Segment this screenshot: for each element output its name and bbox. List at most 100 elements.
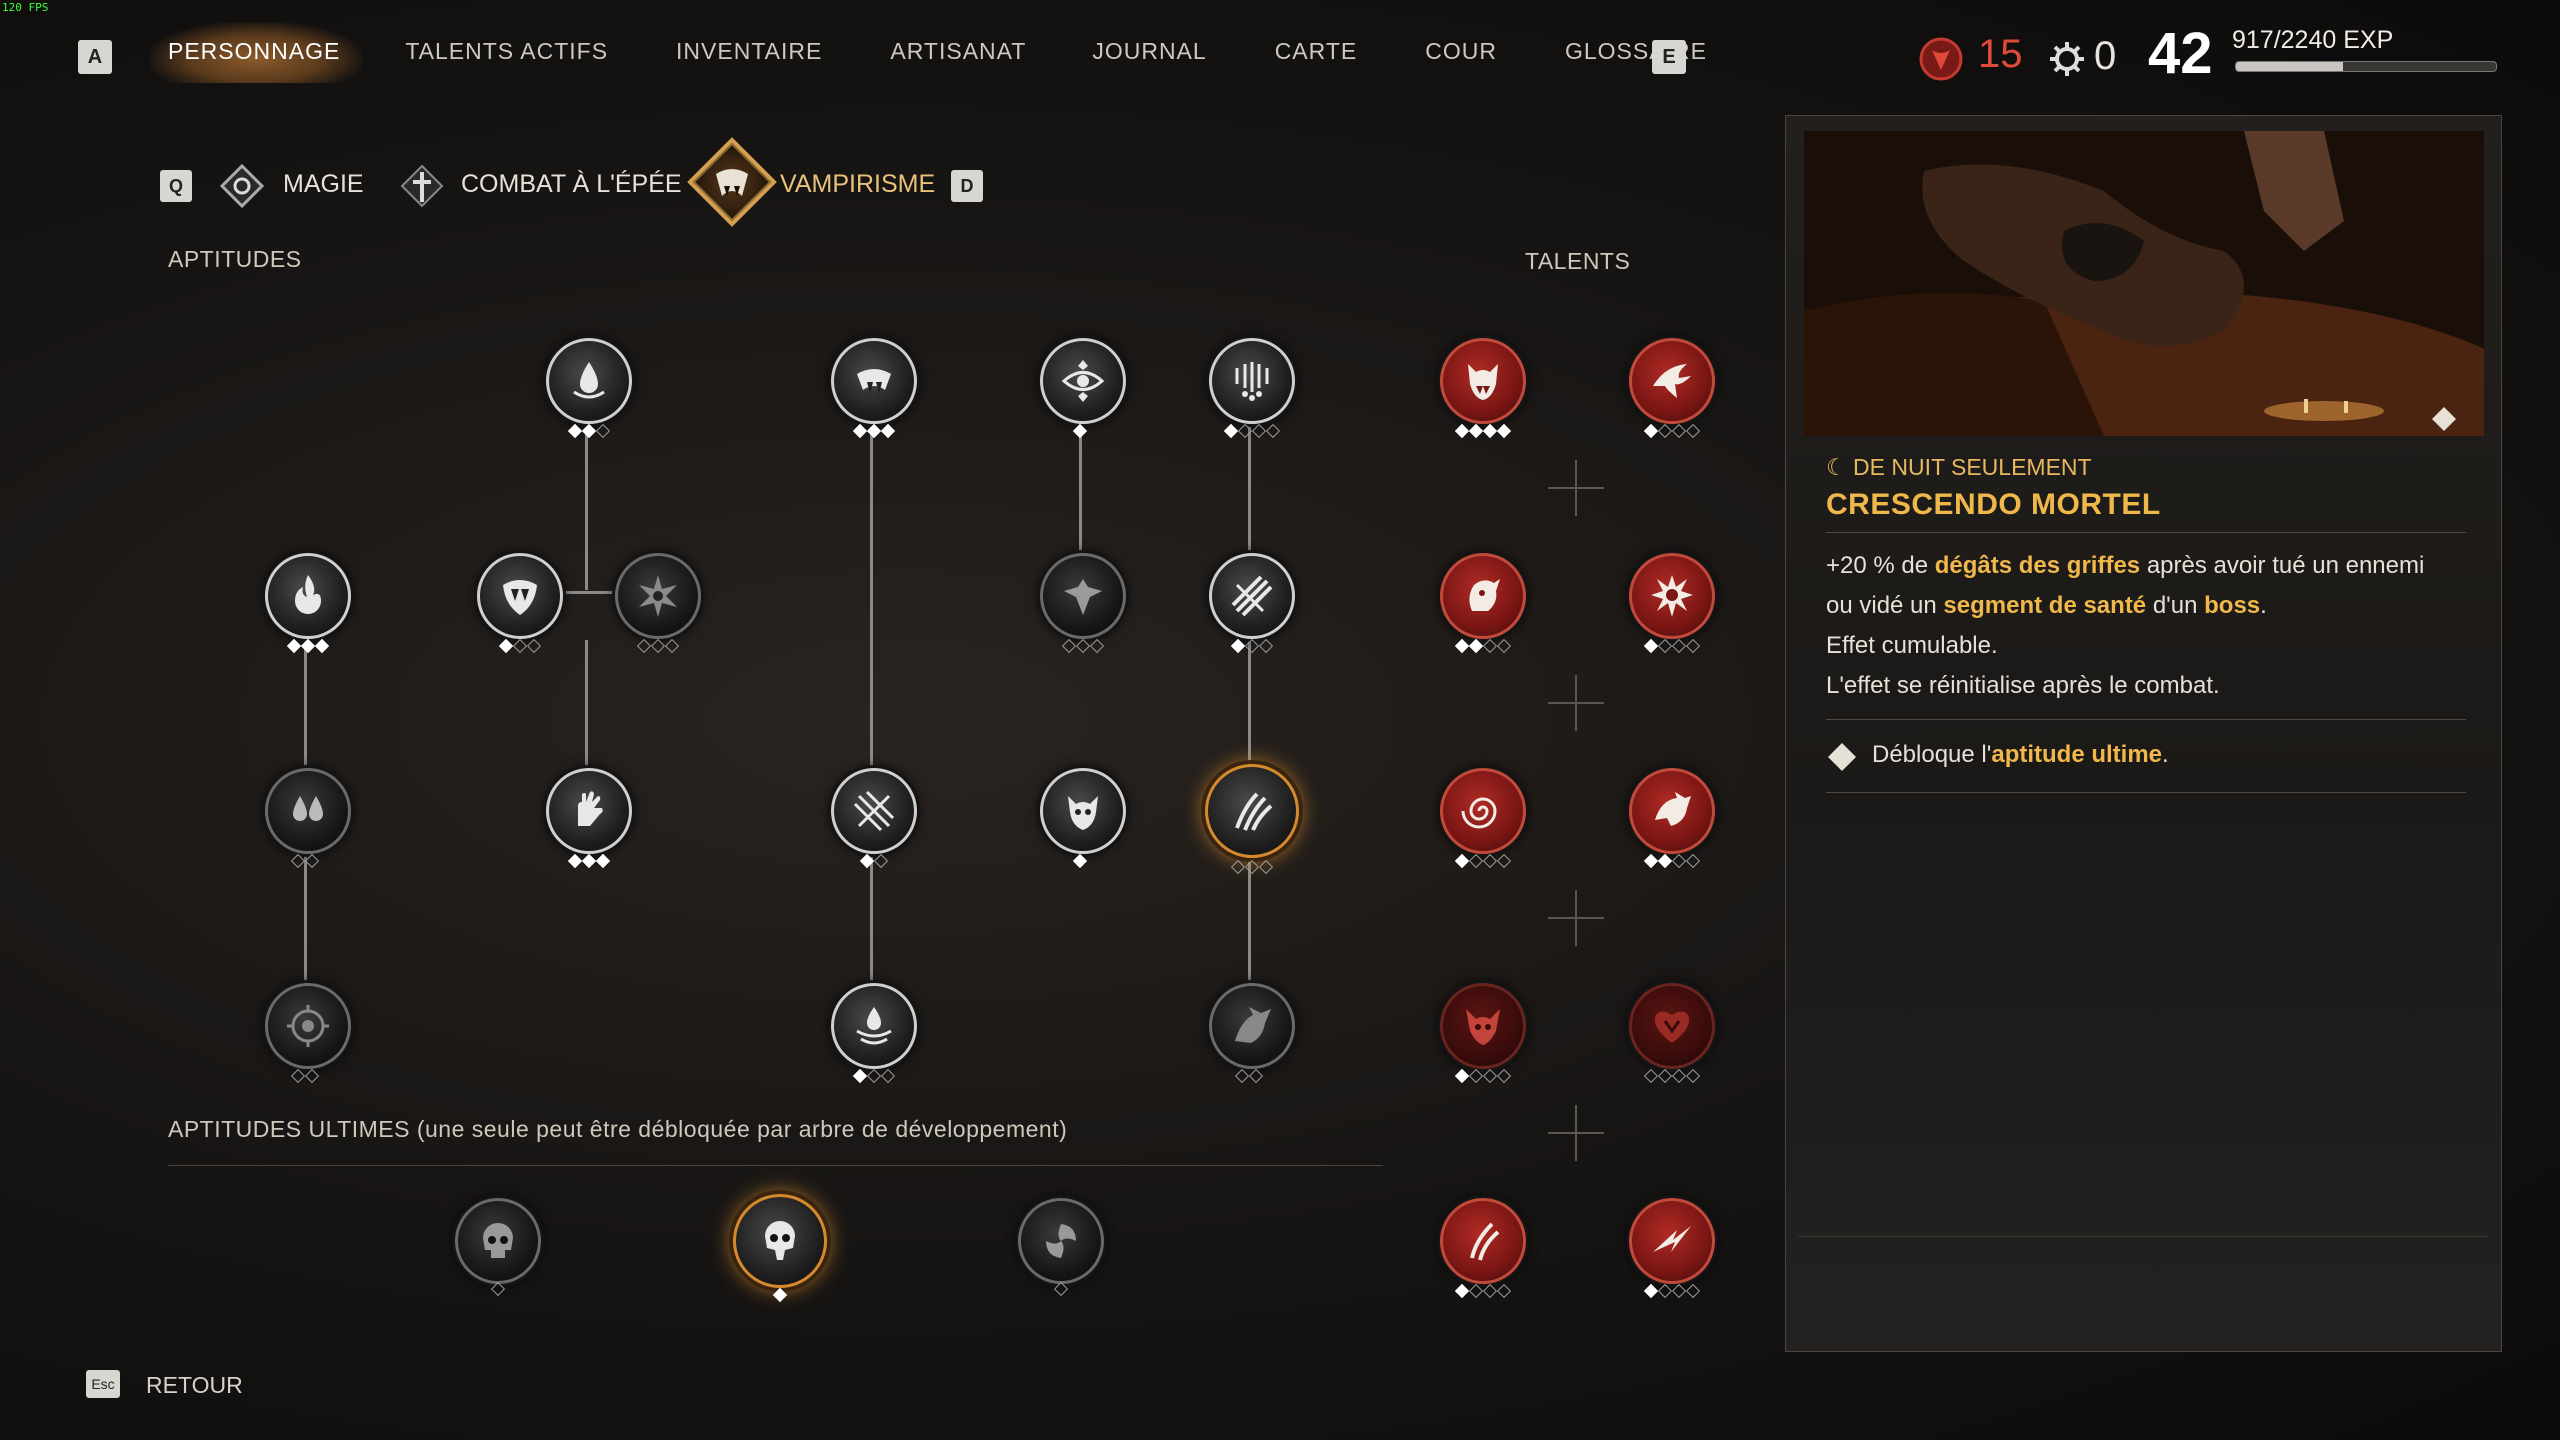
ability-description: +20 % de dégâts des griffes après avoir … xyxy=(1826,552,2425,699)
beast-head-icon xyxy=(1068,796,1098,830)
tree-tab-combat[interactable]: COMBAT À L'ÉPÉE xyxy=(461,170,682,199)
vampire-maw-icon xyxy=(503,580,537,615)
tree-tab-magie[interactable]: MAGIE xyxy=(283,170,364,199)
rank-pips xyxy=(1040,423,1120,439)
aptitude-crescendo-mortel[interactable] xyxy=(1205,764,1299,858)
talent-points-icon xyxy=(1918,36,1964,87)
ultimate-howling-skull[interactable] xyxy=(733,1194,827,1288)
talent-blood-burst[interactable] xyxy=(1629,553,1715,639)
rank-pips xyxy=(831,423,917,439)
tab-personnage[interactable]: PERSONNAGE xyxy=(149,22,363,83)
aptitude-twin-drops[interactable] xyxy=(265,768,351,854)
panel-footer-divider xyxy=(1798,1236,2488,1237)
unlock-diamond-icon xyxy=(1826,741,1858,778)
rank-pips xyxy=(1040,638,1126,654)
fangs-icon xyxy=(857,369,891,394)
back-button[interactable]: RETOUR xyxy=(146,1372,243,1399)
talent-separator xyxy=(1548,1105,1604,1161)
twin-drops-icon xyxy=(293,796,323,821)
talent-blood-rush[interactable] xyxy=(1629,1198,1715,1284)
ultimate-blood-vortex[interactable] xyxy=(1018,1198,1104,1284)
ultimates-divider xyxy=(168,1165,1383,1166)
feral-leap-icon xyxy=(1655,792,1691,826)
tree-right-key[interactable]: D xyxy=(951,170,983,202)
aptitudes-heading: APTITUDES xyxy=(168,246,302,272)
tree-left-key[interactable]: Q xyxy=(160,170,192,202)
tree-tab-vampirisme[interactable]: VAMPIRISME xyxy=(780,170,935,199)
aptitude-fangs[interactable] xyxy=(831,338,917,424)
aptitude-blood-rain[interactable] xyxy=(1209,338,1295,424)
talent-separator xyxy=(1548,675,1604,731)
aptitude-beast-head[interactable] xyxy=(1040,768,1126,854)
rank-pips xyxy=(615,638,701,654)
talent-winged-strike[interactable] xyxy=(1629,338,1715,424)
rank-pips xyxy=(1440,423,1526,439)
connector xyxy=(304,640,307,775)
aptitude-blood-hand[interactable] xyxy=(546,768,632,854)
connector xyxy=(304,855,307,990)
desc-divider xyxy=(1826,719,2466,720)
rank-pips xyxy=(1629,638,1715,654)
talent-howling-head[interactable] xyxy=(1440,553,1526,639)
tab-talents-actifs[interactable]: TALENTS ACTIFS xyxy=(405,38,608,65)
cross-claws-icon xyxy=(853,790,895,832)
nav-right-key[interactable]: E xyxy=(1652,40,1686,74)
blood-drop-icon xyxy=(573,362,605,399)
rank-pips xyxy=(1209,1068,1289,1084)
claw-strike-icon xyxy=(1235,792,1273,831)
exp-bar xyxy=(2235,61,2497,72)
rank-pips xyxy=(1629,1283,1715,1299)
rank-pips xyxy=(1440,1068,1526,1084)
talent-demon-mask[interactable] xyxy=(1440,983,1526,1069)
demon-mask-icon xyxy=(1466,1009,1500,1045)
connector xyxy=(1248,640,1251,770)
talent-points-value: 15 xyxy=(1978,32,2023,76)
condition-text: DE NUIT SEULEMENT xyxy=(1853,454,2092,480)
aptitude-eye-sigil[interactable] xyxy=(1040,338,1126,424)
talent-feral-leap[interactable] xyxy=(1629,768,1715,854)
title-divider xyxy=(1826,532,2466,533)
rank-pips xyxy=(265,853,345,869)
rank-pips xyxy=(546,853,632,869)
top-nav: PERSONNAGE TALENTS ACTIFS INVENTAIRE ART… xyxy=(149,22,1707,83)
talent-blood-heart[interactable] xyxy=(1629,983,1715,1069)
tab-artisanat[interactable]: ARTISANAT xyxy=(890,38,1026,65)
ability-title: CRESCENDO MORTEL xyxy=(1826,488,2161,521)
aptitude-dark-burst[interactable] xyxy=(615,553,701,639)
beast-roar-icon xyxy=(1468,364,1498,400)
blood-claw-icon xyxy=(1470,1222,1500,1261)
connector xyxy=(1248,420,1251,555)
rank-pips xyxy=(1440,1283,1526,1299)
aptitude-blood-fountain[interactable] xyxy=(831,983,917,1069)
talent-beast-roar[interactable] xyxy=(1440,338,1526,424)
rank-pips xyxy=(455,1281,541,1297)
tab-carte[interactable]: CARTE xyxy=(1275,38,1358,65)
nav-left-key[interactable]: A xyxy=(78,40,112,74)
unlock-text: Débloque l'aptitude ultime. xyxy=(1872,741,2169,768)
aptitude-claw-slash[interactable] xyxy=(1209,553,1295,639)
aptitude-shadow-beast[interactable] xyxy=(1209,983,1295,1069)
rank-pips xyxy=(546,423,632,439)
ultimate-skull[interactable] xyxy=(455,1198,541,1284)
aptitude-bat-dive[interactable] xyxy=(1040,553,1126,639)
aptitude-vampire-maw[interactable] xyxy=(477,553,563,639)
tab-journal[interactable]: JOURNAL xyxy=(1092,38,1206,65)
connector xyxy=(870,420,873,770)
talent-blood-vortex[interactable] xyxy=(1440,768,1526,854)
detail-panel: ☾ DE NUIT SEULEMENT CRESCENDO MORTEL +20… xyxy=(1785,115,2502,1352)
shadow-beast-icon xyxy=(1235,1007,1271,1043)
aptitude-cross-claws[interactable] xyxy=(831,768,917,854)
talent-blood-claw[interactable] xyxy=(1440,1198,1526,1284)
back-key[interactable]: Esc xyxy=(86,1370,120,1398)
eye-sigil-icon xyxy=(1061,360,1105,402)
aptitude-dark-eye[interactable] xyxy=(265,983,351,1069)
talents-heading: TALENTS xyxy=(1525,248,1631,274)
winged-strike-icon xyxy=(1653,364,1691,398)
ability-condition: ☾ DE NUIT SEULEMENT xyxy=(1826,454,2092,481)
tab-cour[interactable]: COUR xyxy=(1425,38,1497,65)
aptitude-blood-flame[interactable] xyxy=(265,553,351,639)
ability-preview-image xyxy=(1804,131,2484,436)
aptitude-blood-drop[interactable] xyxy=(546,338,632,424)
tab-inventaire[interactable]: INVENTAIRE xyxy=(676,38,822,65)
player-level: 42 xyxy=(2148,21,2213,86)
